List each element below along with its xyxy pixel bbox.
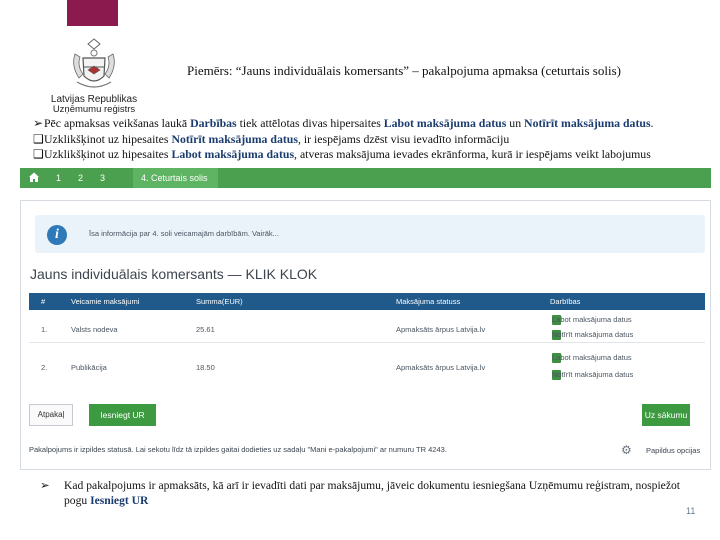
- step-4-active-tab[interactable]: 4. Ceturtais solis: [133, 168, 218, 188]
- back-button[interactable]: Atpakaļ: [29, 404, 73, 426]
- top-accent-bar: [67, 0, 118, 26]
- arrow-bullet-icon: ➢: [40, 479, 50, 492]
- bullet-1-text-2: tiek attēlotas divas hipersaites: [236, 116, 384, 130]
- gear-icon[interactable]: ⚙: [621, 443, 632, 457]
- bullet-1-period: .: [650, 116, 654, 130]
- row-number: 2.: [41, 363, 48, 372]
- bottom-term-iesniegt: Iesniegt UR: [90, 494, 149, 507]
- slide-title: Piemērs: “Jauns individuālais komersants…: [187, 63, 621, 78]
- table-header: # Veicamie maksājumi Summa(EUR) Maksājum…: [29, 293, 705, 310]
- info-box: i Īsa informācija par 4. soli veicamajām…: [35, 215, 705, 253]
- square-bullet-icon: ❑: [33, 147, 44, 162]
- bullet-1: ➢Pēc apmaksas veikšanas laukā Darbības t…: [33, 116, 713, 132]
- info-icon: i: [47, 225, 67, 245]
- bullet-3: ❑Uzklikšķinot uz hipesaites Labot maksāj…: [33, 147, 713, 163]
- bullet-3-term-labot: Labot maksājuma datus: [171, 147, 295, 162]
- table-row: 2. Publikācija 18.50 Apmaksāts ārpus Lat…: [29, 349, 705, 380]
- row-sum: 18.50: [196, 363, 215, 372]
- coat-of-arms-icon: [73, 38, 115, 88]
- clear-payment-label: Notīrīt maksājuma datus: [552, 370, 634, 379]
- table-row: 1. Valsts nodeva 25.61 Apmaksāts ārpus L…: [29, 313, 705, 343]
- row-sum: 25.61: [196, 325, 215, 334]
- arrow-bullet-icon: ➢: [33, 116, 43, 130]
- bullet-1-text-3: un: [506, 116, 525, 130]
- extra-options-link[interactable]: Papildus opcijas: [646, 446, 700, 455]
- bullet-2-text: Uzklikšķinot uz hipesaites: [44, 131, 172, 146]
- service-status-note: Pakalpojums ir izpildes statusā. Lai sek…: [29, 445, 447, 454]
- col-header-status: Maksājuma statuss: [396, 297, 461, 306]
- square-bullet-icon: ❑: [33, 131, 44, 146]
- logo-line-2: Uzņēmumu reģistrs: [52, 104, 136, 115]
- step-1-link[interactable]: 1: [56, 173, 61, 183]
- panel-title: Jauns individuālais komersants — KLIK KL…: [30, 266, 318, 282]
- step-2-link[interactable]: 2: [78, 173, 83, 183]
- step-3-link[interactable]: 3: [100, 173, 105, 183]
- bullet-1-term-darbibas: Darbības: [190, 116, 237, 130]
- step-navigation-bar: 1 2 3 4. Ceturtais solis: [20, 168, 711, 188]
- bullet-2-text-2: , ir iespējams dzēst visu ievadīto infor…: [297, 131, 510, 146]
- page-number: 11: [686, 506, 696, 516]
- row-status: Apmaksāts ārpus Latvija.lv: [396, 325, 486, 334]
- row-payment-name: Publikācija: [71, 363, 107, 372]
- bullet-1-term-notirit: Notīrīt maksājuma datus: [524, 116, 651, 130]
- bullet-1-text: Pēc apmaksas veikšanas laukā: [44, 116, 191, 130]
- col-header-actions: Darbības: [550, 297, 581, 306]
- edit-payment-label: Labot maksājuma datus: [552, 315, 632, 324]
- bullet-2-term-notirit: Notīrīt maksājuma datus: [171, 131, 298, 146]
- bullet-3-text: Uzklikšķinot uz hipesaites: [44, 147, 172, 162]
- bottom-instruction: ➢ Kad pakalpojums ir apmaksāts, kā arī i…: [40, 478, 680, 508]
- bullet-1-term-labot: Labot maksājuma datus: [383, 116, 507, 130]
- bottom-instruction-text: Kad pakalpojums ir apmaksāts, kā arī ir …: [64, 479, 680, 507]
- ur-logo: Latvijas Republikas Uzņēmumu reģistrs: [44, 36, 144, 116]
- col-header-number: #: [41, 297, 46, 306]
- col-header-sum: Summa(EUR): [196, 297, 243, 306]
- row-number: 1.: [41, 325, 48, 334]
- info-text[interactable]: Īsa informācija par 4. soli veicamajām d…: [89, 229, 279, 238]
- to-start-button[interactable]: Uz sākumu: [642, 404, 690, 426]
- payment-panel: i Īsa informācija par 4. soli veicamajām…: [20, 200, 711, 470]
- row-status: Apmaksāts ārpus Latvija.lv: [396, 363, 486, 372]
- bullet-3-text-2: , atveras maksājuma ievades ekrānforma, …: [294, 147, 651, 162]
- bullet-list: ➢Pēc apmaksas veikšanas laukā Darbības t…: [33, 116, 713, 163]
- bullet-2: ❑Uzklikšķinot uz hipesaites Notīrīt maks…: [33, 132, 713, 148]
- row-payment-name: Valsts nodeva: [71, 325, 118, 334]
- home-icon[interactable]: [28, 171, 40, 185]
- edit-payment-label: Labot maksājuma datus: [552, 353, 632, 362]
- col-header-payments: Veicamie maksājumi: [71, 297, 140, 306]
- clear-payment-label: Notīrīt maksājuma datus: [552, 330, 634, 339]
- submit-ur-button[interactable]: Iesniegt UR: [89, 404, 156, 426]
